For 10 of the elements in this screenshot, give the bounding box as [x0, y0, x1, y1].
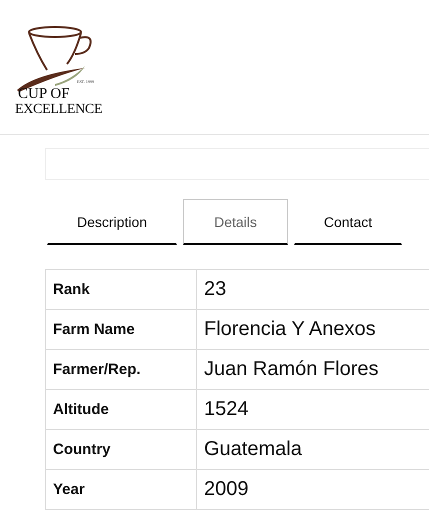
table-cell: 23	[196, 270, 429, 310]
table-cell: Farmer/Rep.	[46, 350, 196, 390]
table-cell: Rank	[46, 270, 196, 310]
logo-text: EXCELLENCE	[15, 102, 102, 118]
tab[interactable]: Details	[183, 199, 288, 245]
logo-text: CUP OF	[18, 86, 70, 103]
table-cell: Altitude	[46, 390, 196, 430]
table-cell: Country	[46, 430, 196, 470]
table-cell: Farm Name	[46, 310, 196, 350]
table-cell: Year	[46, 470, 196, 510]
